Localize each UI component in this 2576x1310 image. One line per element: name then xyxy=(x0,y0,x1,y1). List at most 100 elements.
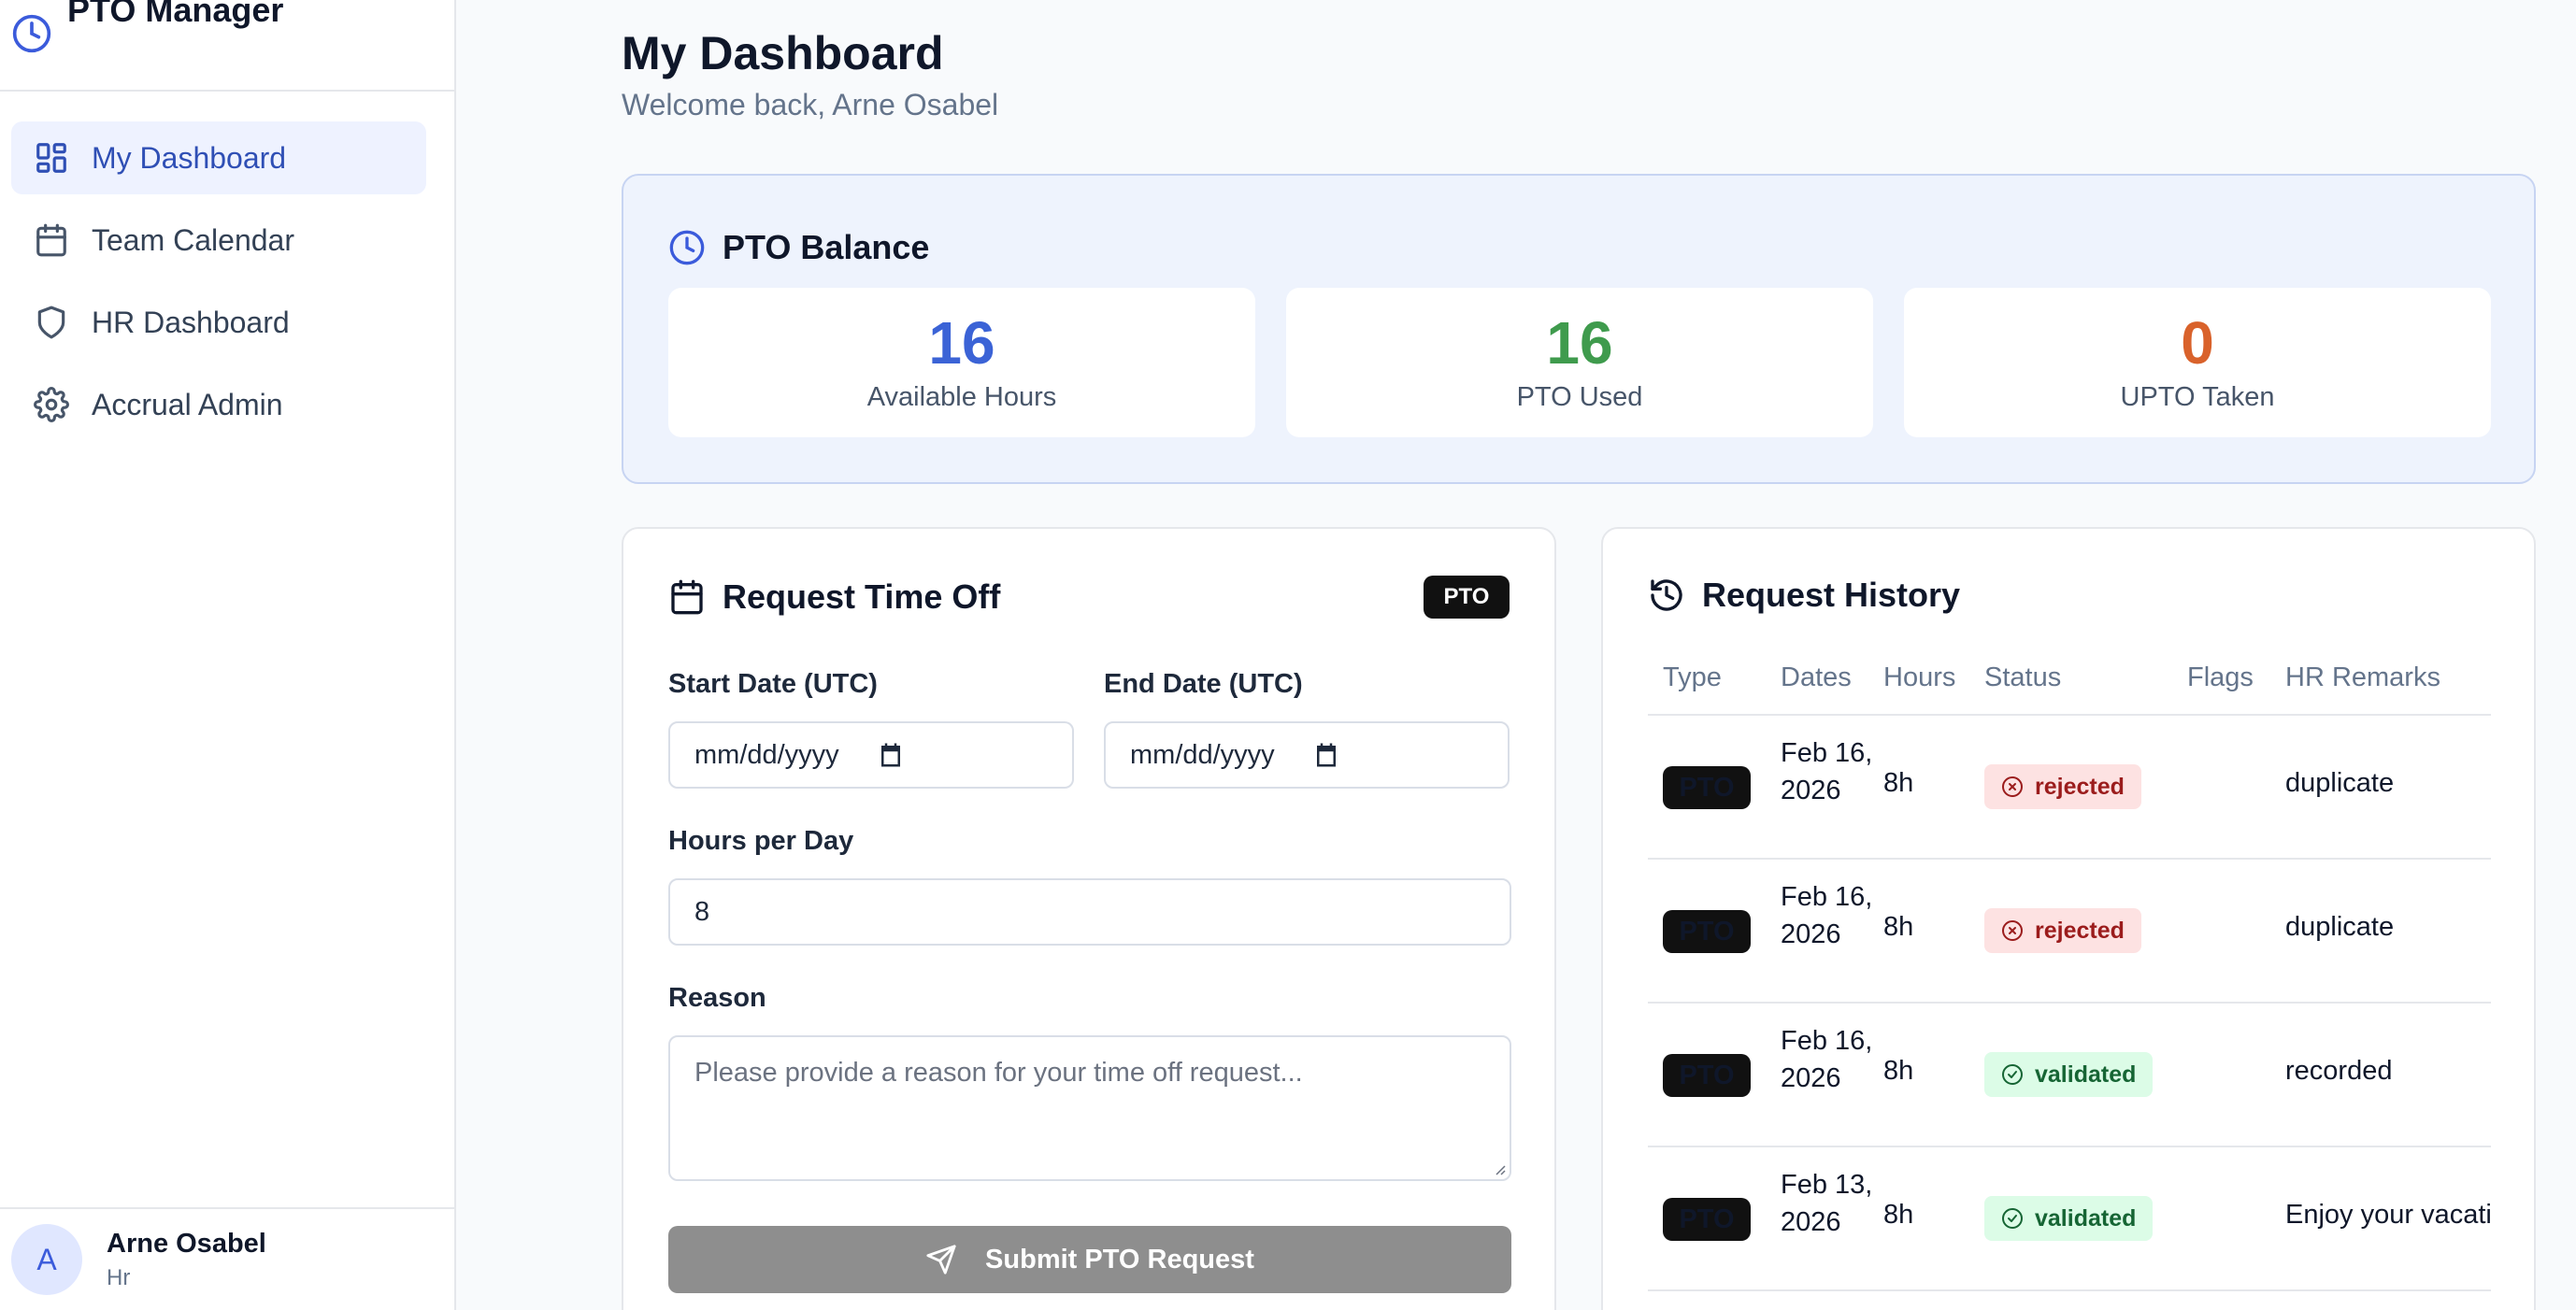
user-name: Arne Osabel xyxy=(107,1228,266,1259)
dates-cell: Feb 16, 2026 xyxy=(1781,882,1873,949)
history-icon xyxy=(1648,577,1685,614)
sidebar-item-label: My Dashboard xyxy=(92,140,287,175)
reason-placeholder: Please provide a reason for your time of… xyxy=(694,1058,1303,1088)
hours-cell: 8h xyxy=(1883,1056,1914,1086)
table-row[interactable]: PTO Feb 16, 2026 8h rejected duplicate xyxy=(1648,716,2491,860)
user-profile[interactable]: A Arne Osabel Hr xyxy=(0,1207,454,1310)
app-title: PTO Manager xyxy=(67,0,284,29)
column-header-hours[interactable]: Hours xyxy=(1883,662,1955,693)
column-header-hr-remarks[interactable]: HR Remarks xyxy=(2285,662,2440,693)
start-date-label: Start Date (UTC) xyxy=(668,669,878,699)
request-time-off-heading: Request Time Off xyxy=(668,577,1000,617)
status-badge: rejected xyxy=(1984,908,2141,953)
type-badge: PTO xyxy=(1663,910,1751,953)
user-meta: Arne Osabel Hr xyxy=(107,1229,266,1291)
table-row[interactable]: PTO Feb 16, 2026 8h validated recorded xyxy=(1648,1004,2491,1147)
stat-label: Available Hours xyxy=(866,381,1057,412)
status-text: rejected xyxy=(2035,773,2125,800)
sidebar-item-team-calendar[interactable]: Team Calendar xyxy=(11,204,426,277)
check-circle-icon xyxy=(2001,1207,2024,1230)
sidebar-item-label: HR Dashboard xyxy=(92,305,290,339)
request-time-off-title: Request Time Off xyxy=(723,577,1001,616)
type-badge: PTO xyxy=(1663,766,1751,809)
stat-label: PTO Used xyxy=(1516,381,1643,412)
check-circle-icon xyxy=(2001,1063,2024,1086)
sidebar-item-label: Accrual Admin xyxy=(92,387,283,421)
sidebar-item-hr-dashboard[interactable]: HR Dashboard xyxy=(11,286,426,359)
hours-cell: 8h xyxy=(1883,912,1914,942)
stat-value: 16 xyxy=(1546,308,1613,377)
stat-value: 0 xyxy=(2181,308,2214,377)
type-badge: PTO xyxy=(1424,576,1510,619)
sidebar-item-my-dashboard[interactable]: My Dashboard xyxy=(11,121,426,194)
brand: PTO Manager xyxy=(0,0,454,92)
type-badge: PTO xyxy=(1663,1198,1751,1241)
dates-cell: Feb 13, 2026 xyxy=(1781,1170,1873,1237)
stat-available-hours: 16 Available Hours xyxy=(668,288,1255,437)
pto-balance-card: PTO Balance 16 Available Hours 16 PTO Us… xyxy=(622,174,2536,484)
submit-label: Submit PTO Request xyxy=(985,1244,1254,1274)
column-header-type[interactable]: Type xyxy=(1663,662,1722,693)
calendar-picker-icon[interactable] xyxy=(877,741,905,769)
hr-remarks-cell: duplicate xyxy=(2285,912,2395,942)
table-row[interactable]: PTO Feb 16, 2026 8h rejected duplicate xyxy=(1648,860,2491,1004)
hours-per-day-value: 8 xyxy=(694,896,710,927)
column-header-dates[interactable]: Dates xyxy=(1781,662,1852,693)
sidebar-item-accrual-admin[interactable]: Accrual Admin xyxy=(11,368,426,441)
stat-upto-taken: 0 UPTO Taken xyxy=(1904,288,2491,437)
resize-handle-icon[interactable] xyxy=(1491,1160,1506,1175)
request-history-card: Request History Type Dates Hours Status … xyxy=(1601,527,2536,1310)
x-circle-icon xyxy=(2001,776,2024,798)
request-history-title: Request History xyxy=(1702,576,1961,614)
table-header: Type Dates Hours Status Flags HR Remarks xyxy=(1648,641,2491,716)
page-subtitle: Welcome back, Arne Osabel xyxy=(622,88,999,121)
end-date-label: End Date (UTC) xyxy=(1104,669,1303,699)
type-badge: PTO xyxy=(1663,1054,1751,1097)
status-text: validated xyxy=(2035,1061,2137,1088)
status-text: validated xyxy=(2035,1204,2137,1232)
pto-balance-heading: PTO Balance xyxy=(668,228,929,267)
sidebar: PTO Manager My Dashboard Team Calendar H… xyxy=(0,0,456,1310)
submit-pto-request-button[interactable]: Submit PTO Request xyxy=(668,1226,1511,1293)
history-table: Type Dates Hours Status Flags HR Remarks… xyxy=(1648,641,2491,1291)
start-date-input[interactable]: mm/dd/yyyy xyxy=(668,721,1074,789)
dashboard-grid-icon xyxy=(34,140,69,176)
hours-cell: 8h xyxy=(1883,1200,1914,1230)
send-icon xyxy=(925,1244,957,1275)
status-text: rejected xyxy=(2035,917,2125,944)
page-title: My Dashboard xyxy=(622,27,944,79)
sidebar-nav: My Dashboard Team Calendar HR Dashboard … xyxy=(0,92,454,480)
reason-textarea[interactable]: Please provide a reason for your time of… xyxy=(668,1035,1511,1181)
clock-icon xyxy=(11,13,52,54)
column-header-flags[interactable]: Flags xyxy=(2187,662,2254,693)
start-date-placeholder: mm/dd/yyyy xyxy=(694,739,839,770)
avatar: A xyxy=(11,1224,82,1295)
end-date-input[interactable]: mm/dd/yyyy xyxy=(1104,721,1510,789)
stat-pto-used: 16 PTO Used xyxy=(1286,288,1873,437)
calendar-icon xyxy=(668,578,706,616)
x-circle-icon xyxy=(2001,919,2024,942)
stat-label: UPTO Taken xyxy=(2120,381,2275,412)
end-date-placeholder: mm/dd/yyyy xyxy=(1130,739,1275,770)
main-content: My Dashboard Welcome back, Arne Osabel P… xyxy=(456,0,2576,1310)
stat-value: 16 xyxy=(928,308,995,377)
dates-cell: Feb 16, 2026 xyxy=(1781,1026,1873,1093)
user-role: Hr xyxy=(107,1264,131,1290)
request-history-heading: Request History xyxy=(1648,576,1960,615)
hr-remarks-cell: Enjoy your vacati xyxy=(2285,1200,2491,1230)
hours-per-day-label: Hours per Day xyxy=(668,826,854,856)
pto-balance-title: PTO Balance xyxy=(723,228,930,266)
sidebar-item-label: Team Calendar xyxy=(92,222,294,257)
gear-icon xyxy=(34,387,69,422)
clock-icon xyxy=(668,229,706,266)
column-header-status[interactable]: Status xyxy=(1984,662,2061,693)
status-badge: validated xyxy=(1984,1196,2154,1241)
hours-per-day-input[interactable]: 8 xyxy=(668,878,1511,946)
calendar-picker-icon[interactable] xyxy=(1312,741,1340,769)
hours-cell: 8h xyxy=(1883,768,1914,798)
status-badge: rejected xyxy=(1984,764,2141,809)
table-row[interactable]: PTO Feb 13, 2026 8h validated Enjoy your… xyxy=(1648,1147,2491,1291)
request-time-off-card: Request Time Off PTO Start Date (UTC) mm… xyxy=(622,527,1556,1310)
calendar-icon xyxy=(34,222,69,258)
hr-remarks-cell: duplicate xyxy=(2285,768,2395,798)
